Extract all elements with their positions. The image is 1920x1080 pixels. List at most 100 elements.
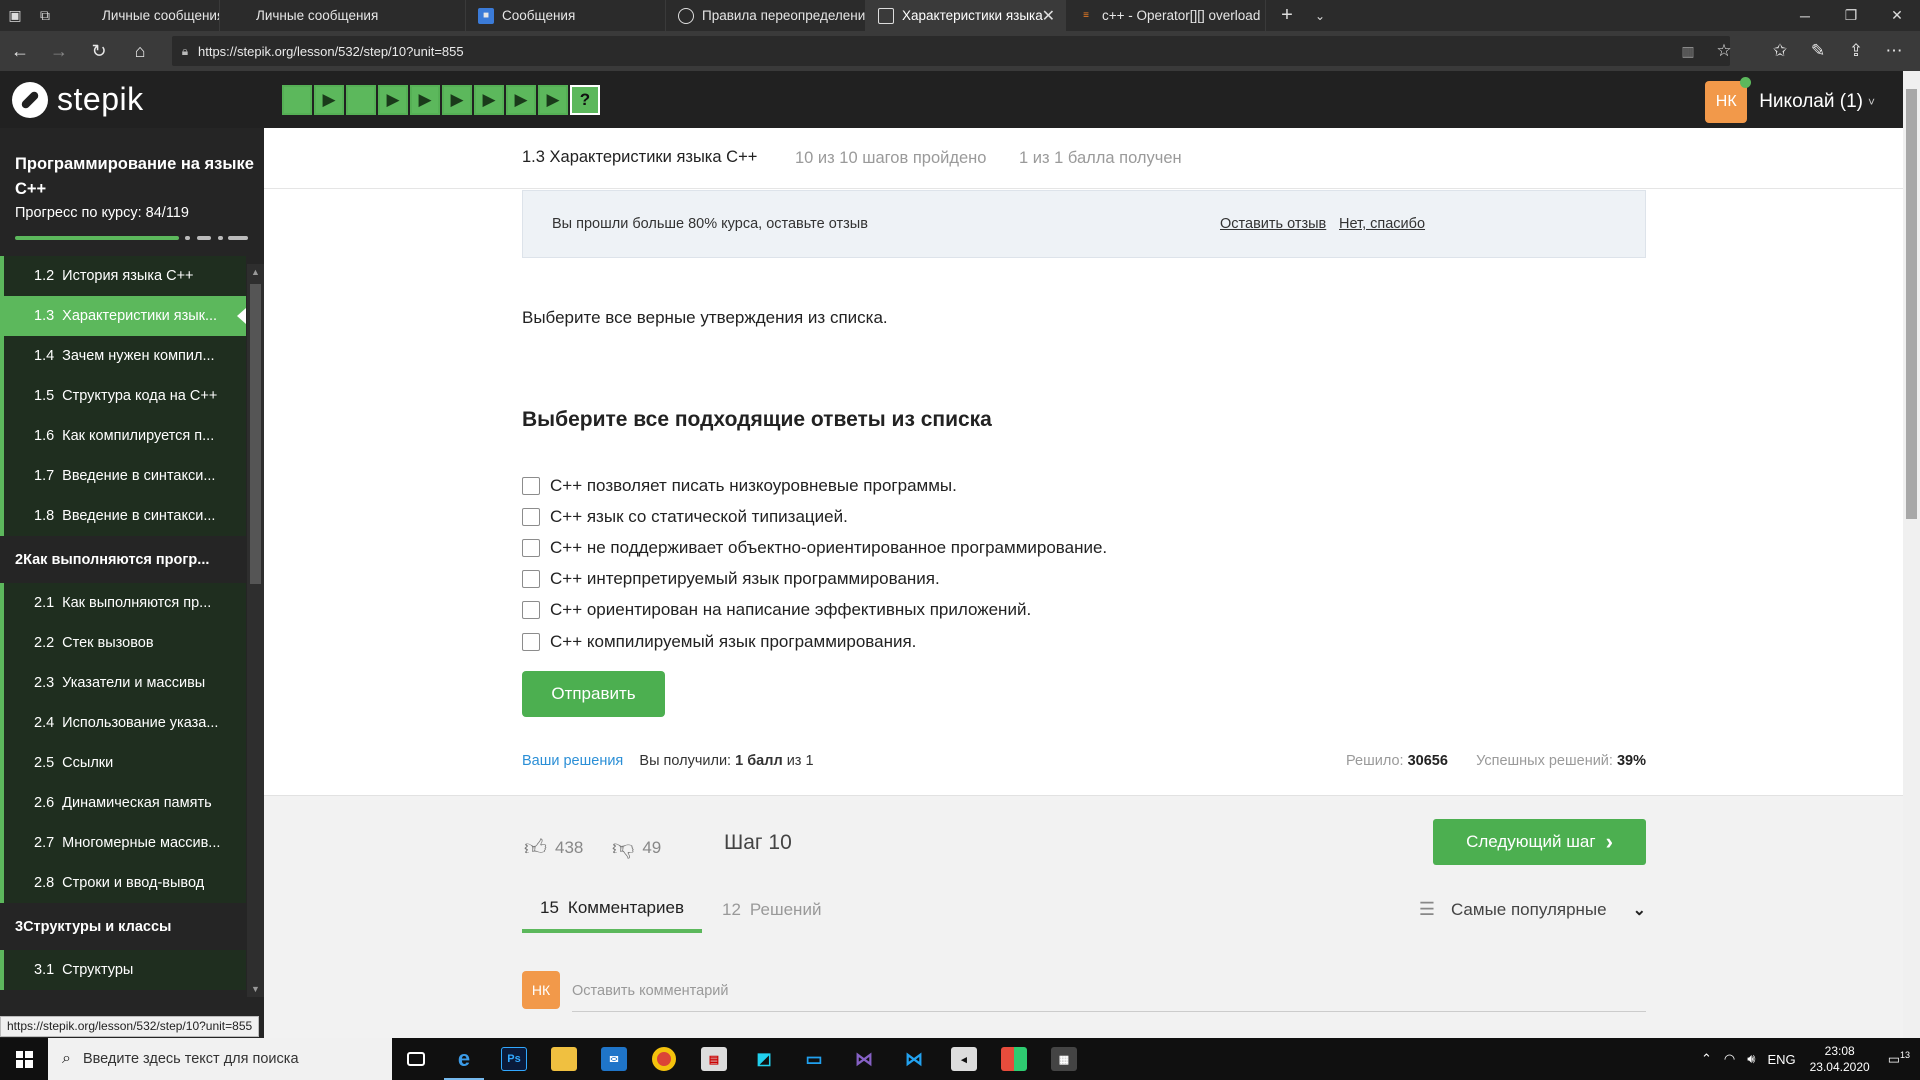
office-icon[interactable]: [990, 1038, 1038, 1080]
sidebar-scrollbar[interactable]: ▲ ▼: [247, 264, 264, 997]
sidebar-lesson[interactable]: 1.4 Зачем нужен компил...: [0, 336, 246, 376]
browser-tab[interactable]: Личные сообщения: [66, 0, 220, 31]
terminal-icon[interactable]: ◂: [940, 1038, 988, 1080]
wifi-icon[interactable]: ◠: [1724, 1051, 1735, 1067]
sidebar-lesson[interactable]: 1.5 Структура кода на C++: [0, 376, 246, 416]
avatar[interactable]: НК: [1705, 77, 1752, 123]
answer-checkbox[interactable]: [522, 507, 540, 526]
sidebar-lesson[interactable]: 1.6 Как компилируется п...: [0, 416, 246, 456]
browser-tab[interactable]: Личные сообщения: [220, 0, 466, 31]
forward-arrow-icon[interactable]: →: [43, 35, 75, 67]
page-scrollbar[interactable]: [1903, 71, 1920, 1038]
answer-checkbox[interactable]: [522, 570, 540, 589]
answer-choice[interactable]: C++ не поддерживает объектно-ориентирова…: [522, 532, 1107, 563]
mail-icon[interactable]: ✉: [590, 1038, 638, 1080]
step-button[interactable]: ▶: [538, 85, 568, 115]
answer-choice[interactable]: C++ компилируемый язык программирования.: [522, 626, 1107, 657]
answer-checkbox[interactable]: [522, 476, 540, 495]
sidebar-section[interactable]: 2 Как выполняются прогр...: [0, 536, 246, 583]
webstorm-icon[interactable]: ◩: [740, 1038, 788, 1080]
volume-icon[interactable]: 🔊︎: [1747, 1051, 1755, 1067]
more-menu-icon[interactable]: ⋯: [1878, 35, 1910, 67]
answer-choice[interactable]: C++ ориентирован на написание эффективны…: [522, 595, 1107, 626]
sort-dropdown[interactable]: ☰ Самые популярные ⌄: [1419, 886, 1646, 933]
restore-icon[interactable]: ❐: [1828, 0, 1874, 31]
file-explorer-icon[interactable]: [540, 1038, 588, 1080]
tab-preview-icon[interactable]: ⧉: [30, 0, 60, 31]
chevron-down-icon[interactable]: ˅: [1868, 95, 1875, 109]
task-view-icon[interactable]: [392, 1038, 440, 1080]
scroll-down-icon[interactable]: ▼: [247, 981, 264, 997]
edge-browser-icon[interactable]: e: [440, 1038, 488, 1080]
submit-button[interactable]: Отправить: [522, 671, 665, 717]
url-text[interactable]: https://stepik.org/lesson/532/step/10?un…: [198, 44, 464, 59]
home-icon[interactable]: ⌂: [124, 35, 156, 67]
back-arrow-icon[interactable]: ←: [4, 35, 36, 67]
step-button[interactable]: ▶: [314, 85, 344, 115]
favorites-hub-icon[interactable]: ✩: [1764, 35, 1796, 67]
sidebar-lesson[interactable]: 2.5 Ссылки: [0, 743, 246, 783]
tab-solutions[interactable]: 12 Решений: [722, 886, 821, 933]
calculator-icon[interactable]: ▦: [1040, 1038, 1088, 1080]
stepik-logo[interactable]: stepik: [12, 81, 144, 118]
taskbar-search[interactable]: ⌕ Введите здесь текст для поиска: [48, 1038, 392, 1080]
share-icon[interactable]: ⇪: [1840, 35, 1872, 67]
sidebar-lesson[interactable]: 2.6 Динамическая память: [0, 783, 246, 823]
comment-input[interactable]: Оставить комментарий: [572, 983, 728, 999]
start-button[interactable]: [0, 1038, 48, 1080]
notifications-icon[interactable]: ▭13: [1888, 1050, 1910, 1067]
close-tab-icon[interactable]: ✕: [1042, 6, 1055, 26]
step-button[interactable]: ▶: [410, 85, 440, 115]
new-tab-icon[interactable]: +: [1272, 0, 1302, 31]
visual-studio-icon[interactable]: ⋈: [840, 1038, 888, 1080]
scroll-up-icon[interactable]: ▲: [247, 264, 264, 280]
chrome-icon[interactable]: [640, 1038, 688, 1080]
scrollbar-thumb[interactable]: [1906, 89, 1917, 519]
like-button[interactable]: 👍︎ 438: [524, 834, 583, 861]
dismiss-review-link[interactable]: Нет, спасибо: [1339, 216, 1425, 232]
search-input[interactable]: Введите здесь текст для поиска: [83, 1051, 299, 1067]
answer-choice[interactable]: C++ интерпретируемый язык программирован…: [522, 564, 1107, 595]
url-field[interactable]: 🔒︎ https://stepik.org/lesson/532/step/10…: [172, 36, 1730, 66]
user-name[interactable]: Николай (1): [1759, 91, 1863, 113]
answer-choice[interactable]: C++ язык со статической типизацией.: [522, 501, 1107, 532]
document-viewer-icon[interactable]: ▤: [690, 1038, 738, 1080]
your-solutions-link[interactable]: Ваши решения: [522, 753, 623, 769]
answer-choice[interactable]: C++ позволяет писать низкоуровневые прог…: [522, 470, 1107, 501]
store-bag-icon[interactable]: ▭: [790, 1038, 838, 1080]
step-button[interactable]: ▶: [506, 85, 536, 115]
sidebar-section[interactable]: 3 Структуры и классы: [0, 903, 246, 950]
sidebar-lesson[interactable]: 1.7 Введение в синтакси...: [0, 456, 246, 496]
answer-checkbox[interactable]: [522, 632, 540, 651]
sidebar-lesson[interactable]: 1.8 Введение в синтакси...: [0, 496, 246, 536]
sidebar-lesson[interactable]: 2.3 Указатели и массивы: [0, 663, 246, 703]
sidebar-lesson[interactable]: 2.8 Строки и ввод-вывод: [0, 863, 246, 903]
minimize-icon[interactable]: ─: [1782, 0, 1828, 31]
tab-list-chevron-icon[interactable]: ⌄: [1305, 0, 1335, 31]
sidebar-lesson-active[interactable]: 1.3 Характеристики язык...: [0, 296, 246, 336]
language-indicator[interactable]: ENG: [1767, 1052, 1795, 1067]
sidebar-lesson[interactable]: 2.4 Использование указа...: [0, 703, 246, 743]
tab-comments[interactable]: 15 Комментариев: [522, 886, 702, 933]
favorite-star-icon[interactable]: ☆: [1708, 35, 1740, 67]
leave-review-link[interactable]: Оставить отзыв: [1220, 216, 1326, 232]
reading-view-icon[interactable]: ▥: [1672, 35, 1704, 67]
sidebar-lesson[interactable]: 1.2 История языка C++: [0, 256, 246, 296]
scrollbar-thumb[interactable]: [250, 284, 261, 584]
chevron-up-icon[interactable]: ⌃: [1701, 1051, 1712, 1067]
photoshop-icon[interactable]: Ps: [490, 1038, 538, 1080]
refresh-icon[interactable]: ↻: [83, 35, 115, 67]
course-title[interactable]: Программирование на языке C++: [15, 152, 255, 202]
step-button[interactable]: [346, 85, 376, 115]
answer-checkbox[interactable]: [522, 601, 540, 620]
step-current-button[interactable]: ?: [570, 85, 600, 115]
pen-notes-icon[interactable]: ✎: [1802, 35, 1834, 67]
user-menu[interactable]: НК Николай (1) ˅: [1705, 77, 1875, 123]
close-window-icon[interactable]: ✕: [1874, 0, 1920, 31]
vscode-icon[interactable]: ⋈: [890, 1038, 938, 1080]
browser-tab[interactable]: ■ Сообщения: [466, 0, 666, 31]
dislike-button[interactable]: 👎︎ 49: [612, 834, 661, 861]
sidebar-lesson[interactable]: 2.7 Многомерные массив...: [0, 823, 246, 863]
answer-checkbox[interactable]: [522, 538, 540, 557]
step-button[interactable]: ▶: [474, 85, 504, 115]
